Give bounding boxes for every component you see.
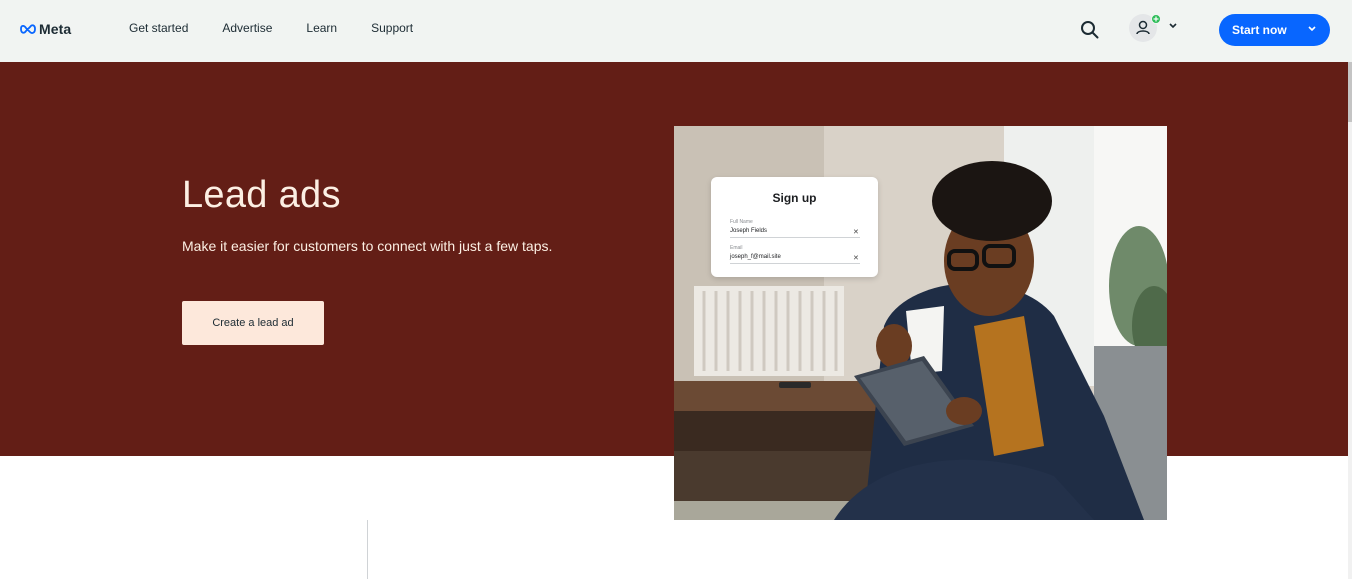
signup-title: Sign up: [772, 191, 817, 205]
nav-get-started[interactable]: Get started: [129, 21, 188, 35]
create-lead-ad-button[interactable]: Create a lead ad: [182, 301, 324, 345]
clear-icon: ✕: [853, 255, 859, 262]
top-navigation: Meta Get started Advertise Learn Support: [0, 0, 1352, 62]
full-name-label: Full Name: [730, 219, 753, 225]
start-now-button[interactable]: Start now: [1219, 14, 1330, 46]
nav-support[interactable]: Support: [371, 21, 413, 35]
primary-nav: Get started Advertise Learn Support: [129, 21, 447, 35]
meta-logo-text: Meta: [39, 21, 72, 37]
start-now-label: Start now: [1232, 23, 1287, 37]
email-label: Email: [730, 245, 743, 251]
search-icon: [1081, 21, 1099, 39]
page-scrollbar[interactable]: [1348, 62, 1352, 579]
plus-icon: [1153, 16, 1159, 22]
chevron-down-icon: [1169, 23, 1177, 29]
search-button[interactable]: [1080, 20, 1100, 40]
scrollbar-thumb[interactable]: [1348, 62, 1352, 122]
status-badge: [1151, 14, 1161, 24]
hero-description: Make it easier for customers to connect …: [182, 238, 553, 254]
nav-learn[interactable]: Learn: [306, 21, 337, 35]
email-underline: [730, 263, 860, 264]
full-name-underline: [730, 237, 860, 238]
account-menu-button[interactable]: [1129, 14, 1185, 44]
meta-infinity-icon: [20, 24, 36, 34]
meta-logo[interactable]: Meta: [19, 21, 71, 37]
page-title: Lead ads: [182, 174, 341, 216]
full-name-value: Joseph Fields: [730, 228, 768, 234]
email-value: joseph_f@mail.site: [730, 254, 781, 260]
nav-advertise[interactable]: Advertise: [222, 21, 272, 35]
chevron-down-icon: [1308, 26, 1316, 32]
clear-icon: ✕: [853, 229, 859, 236]
section-divider: [367, 520, 368, 579]
signup-form-card: Sign up Full Name Joseph Fields ✕ Email …: [711, 177, 878, 277]
